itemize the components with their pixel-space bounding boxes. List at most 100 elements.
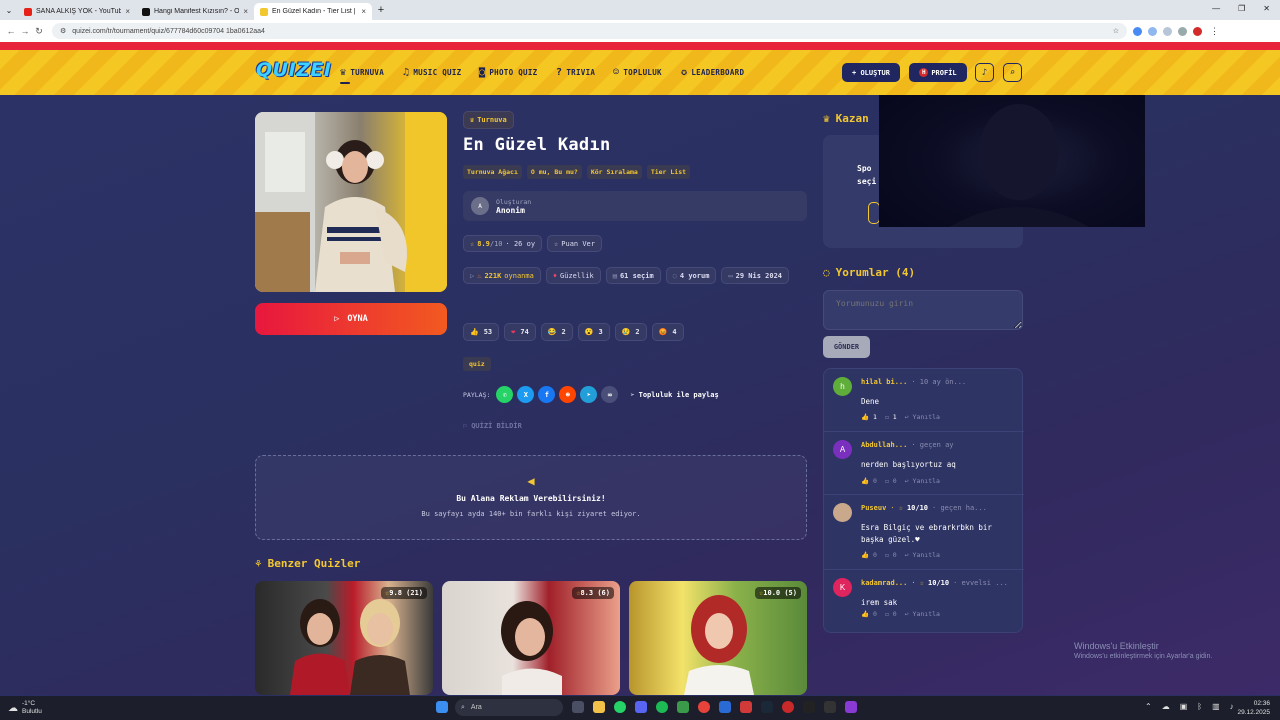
avatar[interactable]: A <box>833 440 852 459</box>
browser-tab-quizei[interactable]: En Güzel Kadın - Tier List | Kör... × <box>254 3 372 20</box>
tray-chevron-icon[interactable]: ⌃ <box>1145 702 1152 711</box>
quiz-tag[interactable]: quiz <box>463 357 491 371</box>
community-share-button[interactable]: ➢ Topluluk ile paylaş <box>630 391 718 399</box>
mode-tag-this-or-that[interactable]: O mu, Bu mu? <box>526 165 582 179</box>
app-icon[interactable] <box>824 701 836 713</box>
extension-icon[interactable] <box>1163 26 1172 36</box>
tray-app-icon[interactable]: ▣ <box>1180 702 1188 711</box>
comment-author[interactable]: kadamrad... <box>861 579 907 587</box>
avatar[interactable]: h <box>833 377 852 396</box>
avatar[interactable] <box>833 503 852 522</box>
facebook-icon[interactable]: f <box>538 386 556 403</box>
mode-tag-blind-ranking[interactable]: Kör Sıralama <box>586 165 642 179</box>
notification-bell-icon[interactable]: ♪ <box>975 63 994 82</box>
similar-quiz-card[interactable]: ☆9.8 (21) <box>255 581 433 695</box>
close-window-icon[interactable]: ✕ <box>1263 4 1270 13</box>
profile-button[interactable]: H PROFİL <box>909 63 967 82</box>
minimize-icon[interactable]: — <box>1212 4 1220 13</box>
comment-like-button[interactable]: 👍 0 <box>861 477 877 485</box>
rate-button[interactable]: ☆ Puan Ver <box>547 235 602 252</box>
file-explorer-icon[interactable] <box>593 701 605 713</box>
play-button[interactable]: ▷ OYNA <box>255 303 447 335</box>
reply-button[interactable]: ↩ Yanıtla <box>905 551 940 559</box>
tab-menu-icon[interactable]: ⌄ <box>0 6 18 15</box>
reaction-love[interactable]: ❤ 74 <box>504 323 536 341</box>
category-badge[interactable]: ♦ Güzellik <box>545 267 601 284</box>
extension-icon[interactable] <box>1148 26 1157 36</box>
app-icon[interactable] <box>845 701 857 713</box>
volume-icon[interactable]: ♪ <box>1230 702 1234 711</box>
back-icon[interactable]: ← <box>4 26 18 36</box>
reload-icon[interactable]: ↻ <box>32 26 46 37</box>
copy-link-icon[interactable]: ∞ <box>601 386 619 403</box>
send-comment-button[interactable]: GÖNDER <box>823 336 870 358</box>
whatsapp-icon[interactable]: ✆ <box>496 386 514 403</box>
tray-bluetooth-icon[interactable]: ᛒ <box>1197 702 1202 711</box>
avatar[interactable]: K <box>833 578 852 597</box>
tray-cloud-icon[interactable]: ☁ <box>1162 702 1170 711</box>
comment-like-button[interactable]: 👍 0 <box>861 610 877 618</box>
reaction-angry[interactable]: 😡 4 <box>651 323 684 341</box>
comment-like-button[interactable]: 👍 1 <box>861 413 877 421</box>
comment-author[interactable]: hilal bi... <box>861 378 907 386</box>
extensions-puzzle-icon[interactable] <box>1178 26 1187 36</box>
restore-icon[interactable]: ❐ <box>1238 4 1245 13</box>
report-quiz-button[interactable]: ⚐ QUİZİ BİLDİR <box>463 422 522 430</box>
app-icon[interactable] <box>782 701 794 713</box>
comment-like-button[interactable]: 👍 0 <box>861 551 877 559</box>
chrome-icon[interactable] <box>698 701 710 713</box>
taskbar-clock[interactable]: 02:36 29.12.2025 <box>1237 699 1270 717</box>
discord-icon[interactable] <box>635 701 647 713</box>
task-view-icon[interactable] <box>572 701 584 713</box>
comment-author[interactable]: Puseuv <box>861 504 886 512</box>
comment-author[interactable]: Abdullah... <box>861 441 907 449</box>
similar-quiz-card[interactable]: ☆10.0 (5) <box>629 581 807 695</box>
reddit-icon[interactable]: ☻ <box>559 386 577 403</box>
telegram-icon[interactable]: ➤ <box>580 386 598 403</box>
ad-placeholder[interactable]: ◀ Bu Alana Reklam Verebilirsiniz! Bu say… <box>255 455 807 540</box>
nav-item-music-quiz[interactable]: ♫ MUSIC QUIZ <box>403 67 461 78</box>
new-tab-icon[interactable]: + <box>372 4 390 16</box>
reaction-sad[interactable]: 😢 2 <box>614 323 647 341</box>
creator-card[interactable]: A Oluşturan Anonim <box>463 191 807 221</box>
close-icon[interactable]: × <box>125 7 130 16</box>
network-icon[interactable]: ▥ <box>1212 702 1220 711</box>
browser-tab-youtube[interactable]: SANA ALKIŞ YOK - YouTube × <box>18 3 136 20</box>
comment-input[interactable] <box>823 290 1023 330</box>
whatsapp-icon[interactable] <box>614 701 626 713</box>
nav-item-trivia[interactable]: ? TRIVIA <box>556 67 595 78</box>
profile-avatar-icon[interactable] <box>1193 26 1202 36</box>
search-icon[interactable]: ⌕ <box>1003 63 1022 82</box>
app-icon[interactable] <box>677 701 689 713</box>
close-icon[interactable]: × <box>361 7 366 16</box>
forward-icon[interactable]: → <box>18 26 32 36</box>
comment-replies-button[interactable]: ▭ 0 <box>885 551 897 559</box>
reply-button[interactable]: ↩ Yanıtla <box>905 413 940 421</box>
extension-icon[interactable] <box>1133 26 1142 36</box>
similar-quiz-card[interactable]: ☆8.3 (6) <box>442 581 620 695</box>
nav-item-tournament[interactable]: ♛ TURNUVA <box>340 67 384 78</box>
weather-widget[interactable]: ☁ -1°C Bulutlu <box>8 700 42 716</box>
steam-icon[interactable] <box>761 701 773 713</box>
nav-item-community[interactable]: ☺ TOPLULUK <box>613 67 662 78</box>
browser-menu-icon[interactable]: ⋮ <box>1210 26 1219 37</box>
close-icon[interactable]: × <box>243 7 248 16</box>
create-button[interactable]: + OLUŞTUR <box>842 63 900 82</box>
app-icon[interactable] <box>719 701 731 713</box>
nav-item-leaderboard[interactable]: ✪ LEADERBOARD <box>681 67 744 78</box>
reaction-like[interactable]: 👍 53 <box>463 323 500 341</box>
mode-tag-tier-list[interactable]: Tier List <box>646 165 691 179</box>
spotify-icon[interactable] <box>656 701 668 713</box>
site-logo[interactable]: QUIZEI <box>256 59 331 81</box>
reply-button[interactable]: ↩ Yanıtla <box>905 477 940 485</box>
comment-replies-button[interactable]: ▭ 0 <box>885 610 897 618</box>
url-input[interactable]: ⚙ quizei.com/tr/tournament/quiz/677784d6… <box>52 23 1127 39</box>
bookmark-star-icon[interactable]: ☆ <box>1113 27 1119 35</box>
comment-replies-button[interactable]: ▭ 1 <box>885 413 897 421</box>
nav-item-photo-quiz[interactable]: ◙ PHOTO QUIZ <box>479 67 537 78</box>
start-menu-icon[interactable] <box>436 701 448 713</box>
mode-tag-bracket[interactable]: Turnuva Ağacı <box>463 165 522 179</box>
x-twitter-icon[interactable]: X <box>517 386 535 403</box>
app-icon[interactable] <box>803 701 815 713</box>
reply-button[interactable]: ↩ Yanıtla <box>905 610 940 618</box>
